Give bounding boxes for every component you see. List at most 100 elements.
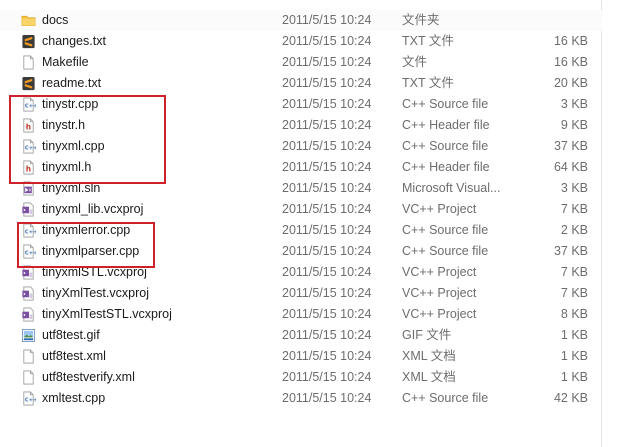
file-size: 37 KB xyxy=(553,139,588,153)
cpp-source-icon: C++ xyxy=(21,244,36,259)
file-modified-date: 2011/5/15 10:24 xyxy=(282,223,372,237)
file-size: 1 KB xyxy=(560,349,588,363)
file-name: docs xyxy=(42,13,69,27)
file-row[interactable]: tinyxml.sln 2011/5/15 10:24 Microsoft Visu… xyxy=(0,178,602,199)
file-type: C++ Header file xyxy=(402,118,490,132)
file-type: XML 文档 xyxy=(402,370,456,384)
file-modified-date: 2011/5/15 10:24 xyxy=(282,118,372,132)
file-size: 7 KB xyxy=(560,202,588,216)
file-modified-date: 2011/5/15 10:24 xyxy=(282,181,372,195)
svg-text:C++: C++ xyxy=(25,229,36,235)
file-row[interactable]: Makefile 2011/5/15 10:24 文件 16 KB xyxy=(0,52,602,73)
svg-text:C++: C++ xyxy=(25,145,36,151)
file-modified-date: 2011/5/15 10:24 xyxy=(282,328,372,342)
file-size: 7 KB xyxy=(560,286,588,300)
file-size: 42 KB xyxy=(553,391,588,405)
file-modified-date: 2011/5/15 10:24 xyxy=(282,391,372,405)
file-list: docs 2011/5/15 10:24 文件夹 changes.txt 2011/5/… xyxy=(0,10,602,409)
file-name: tinyxmlerror.cpp xyxy=(42,223,131,237)
file-name: tinyxml.h xyxy=(42,160,92,174)
file-row[interactable]: tinyxml_lib.vcxproj 2011/5/15 10:24 VC++ P… xyxy=(0,199,602,220)
file-size: 20 KB xyxy=(553,76,588,90)
folder-icon xyxy=(21,13,36,28)
cpp-source-icon: C++ xyxy=(21,97,36,112)
file-name: tinyXmlTestSTL.vcxproj xyxy=(42,307,172,321)
file-name: xmltest.cpp xyxy=(42,391,106,405)
file-name: readme.txt xyxy=(42,76,102,90)
file-name: tinystr.cpp xyxy=(42,97,99,111)
sublime-text-icon xyxy=(21,34,36,49)
file-type: VC++ Project xyxy=(402,286,477,300)
file-row[interactable]: C++ tinyxmlerror.cpp 2011/5/15 10:24 C++ So… xyxy=(0,220,602,241)
file-modified-date: 2011/5/15 10:24 xyxy=(282,55,372,69)
vc-project-icon xyxy=(21,307,36,322)
file-modified-date: 2011/5/15 10:24 xyxy=(282,349,372,363)
file-type: Microsoft Visual... xyxy=(402,181,501,195)
file-modified-date: 2011/5/15 10:24 xyxy=(282,244,372,258)
file-row[interactable]: utf8test.xml 2011/5/15 10:24 XML 文档 1 KB xyxy=(0,346,602,367)
file-row[interactable]: C++ tinyxmlparser.cpp 2011/5/15 10:24 C++ S… xyxy=(0,241,602,262)
file-size: 64 KB xyxy=(553,160,588,174)
file-name: tinyxmlSTL.vcxproj xyxy=(42,265,147,279)
file-row[interactable]: h tinyxml.h 2011/5/15 10:24 C++ Header file… xyxy=(0,157,602,178)
vc-project-icon xyxy=(21,286,36,301)
file-modified-date: 2011/5/15 10:24 xyxy=(282,34,372,48)
file-row[interactable]: utf8test.gif 2011/5/15 10:24 GIF 文件 1 KB xyxy=(0,325,602,346)
file-row[interactable]: changes.txt 2011/5/15 10:24 TXT 文件 16 KB xyxy=(0,31,602,52)
file-explorer-view: docs 2011/5/15 10:24 文件夹 changes.txt 2011/5/… xyxy=(0,0,644,447)
file-row[interactable]: C++ tinystr.cpp 2011/5/15 10:24 C++ Source … xyxy=(0,94,602,115)
cpp-source-icon: C++ xyxy=(21,391,36,406)
file-type: C++ Source file xyxy=(402,139,489,153)
file-row[interactable]: readme.txt 2011/5/15 10:24 TXT 文件 20 KB xyxy=(0,73,602,94)
file-modified-date: 2011/5/15 10:24 xyxy=(282,265,372,279)
file-type: C++ Source file xyxy=(402,244,489,258)
file-name: tinyxml_lib.vcxproj xyxy=(42,202,144,216)
file-size: 16 KB xyxy=(553,55,588,69)
file-size: 16 KB xyxy=(553,34,588,48)
cpp-header-icon: h xyxy=(21,118,36,133)
file-name: tinyxml.cpp xyxy=(42,139,105,153)
file-row[interactable]: docs 2011/5/15 10:24 文件夹 xyxy=(0,10,602,31)
file-modified-date: 2011/5/15 10:24 xyxy=(282,370,372,384)
blank-file-icon xyxy=(21,55,36,70)
file-row[interactable]: tinyXmlTest.vcxproj 2011/5/15 10:24 VC++ P… xyxy=(0,283,602,304)
file-type: C++ Source file xyxy=(402,391,489,405)
file-modified-date: 2011/5/15 10:24 xyxy=(282,286,372,300)
file-row[interactable]: utf8testverify.xml 2011/5/15 10:24 XML 文档 1… xyxy=(0,367,602,388)
svg-text:C++: C++ xyxy=(25,103,36,109)
file-modified-date: 2011/5/15 10:24 xyxy=(282,97,372,111)
file-type: TXT 文件 xyxy=(402,34,454,48)
file-row[interactable]: tinyxmlSTL.vcxproj 2011/5/15 10:24 VC++ Pr… xyxy=(0,262,602,283)
file-size: 3 KB xyxy=(560,97,588,111)
file-modified-date: 2011/5/15 10:24 xyxy=(282,160,372,174)
file-type: TXT 文件 xyxy=(402,76,454,90)
file-row[interactable]: C++ tinyxml.cpp 2011/5/15 10:24 C++ Source … xyxy=(0,136,602,157)
vc-project-icon xyxy=(21,202,36,217)
vc-project-icon xyxy=(21,265,36,280)
file-name: Makefile xyxy=(42,55,89,69)
file-modified-date: 2011/5/15 10:24 xyxy=(282,76,372,90)
file-row[interactable]: C++ xmltest.cpp 2011/5/15 10:24 C++ Source … xyxy=(0,388,602,409)
file-type: 文件夹 xyxy=(402,13,440,27)
file-modified-date: 2011/5/15 10:24 xyxy=(282,202,372,216)
file-size: 3 KB xyxy=(560,181,588,195)
file-name: utf8test.xml xyxy=(42,349,106,363)
file-row[interactable]: tinyXmlTestSTL.vcxproj 2011/5/15 10:24 VC+… xyxy=(0,304,602,325)
file-name: tinystr.h xyxy=(42,118,86,132)
cpp-source-icon: C++ xyxy=(21,139,36,154)
cpp-source-icon: C++ xyxy=(21,223,36,238)
blank-file-icon xyxy=(21,370,36,385)
file-size: 9 KB xyxy=(560,118,588,132)
file-name: utf8testverify.xml xyxy=(42,370,135,384)
file-name: tinyxmlparser.cpp xyxy=(42,244,140,258)
file-size: 2 KB xyxy=(560,223,588,237)
svg-text:h: h xyxy=(26,164,31,173)
file-size: 1 KB xyxy=(560,328,588,342)
visual-studio-solution-icon xyxy=(21,181,36,196)
file-modified-date: 2011/5/15 10:24 xyxy=(282,307,372,321)
file-type: VC++ Project xyxy=(402,265,477,279)
file-type: C++ Source file xyxy=(402,223,489,237)
svg-text:h: h xyxy=(26,122,31,131)
file-name: changes.txt xyxy=(42,34,106,48)
file-row[interactable]: h tinystr.h 2011/5/15 10:24 C++ Header file… xyxy=(0,115,602,136)
